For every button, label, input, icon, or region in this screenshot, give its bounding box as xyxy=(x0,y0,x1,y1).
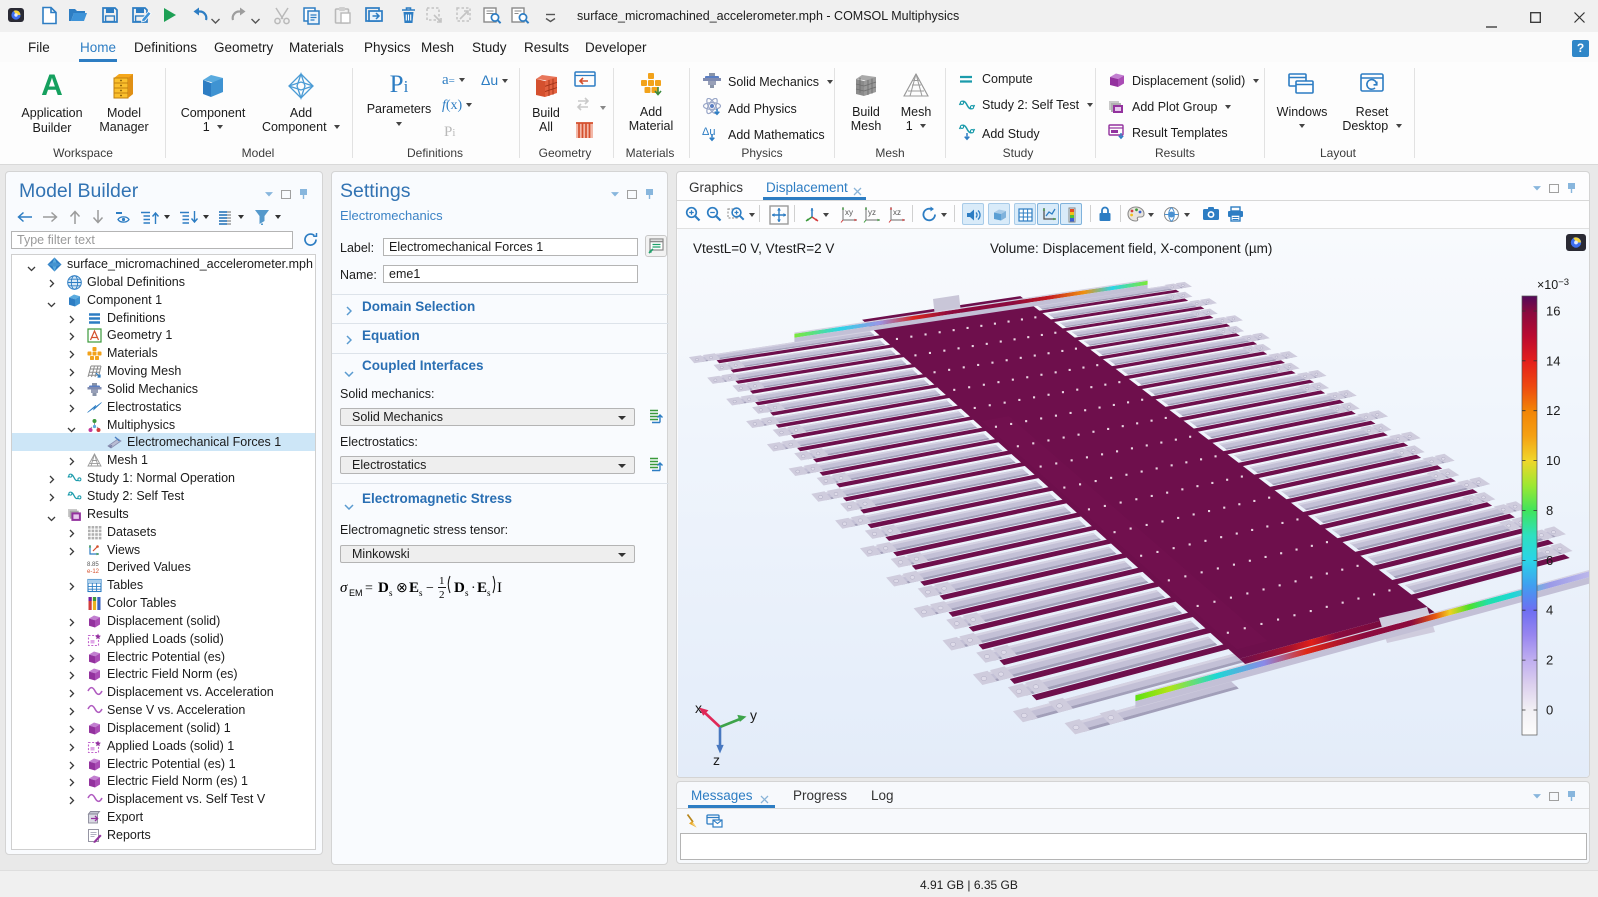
svg-text:6: 6 xyxy=(1546,553,1553,568)
svg-text:−: − xyxy=(426,581,434,596)
svg-text:xz: xz xyxy=(893,208,901,217)
svg-text:I: I xyxy=(497,580,502,596)
svg-text:s: s xyxy=(465,588,469,598)
svg-text:8.85: 8.85 xyxy=(87,562,99,568)
svg-text:0: 0 xyxy=(1546,703,1553,718)
svg-text:1: 1 xyxy=(439,575,445,587)
svg-text:VtestL=0 V, VtestR=2 V: VtestL=0 V, VtestR=2 V xyxy=(693,241,834,256)
svg-text:s: s xyxy=(389,588,393,598)
svg-text:σ: σ xyxy=(340,580,348,596)
svg-text:E: E xyxy=(477,580,487,596)
svg-text:10: 10 xyxy=(1546,453,1560,468)
svg-text:12: 12 xyxy=(1546,403,1560,418)
svg-text:Volume: Displacement field, X-: Volume: Displacement field, X-component … xyxy=(990,241,1272,256)
svg-text:2: 2 xyxy=(1546,653,1553,668)
svg-text:D: D xyxy=(378,580,389,596)
svg-text:e-12: e-12 xyxy=(87,569,100,574)
svg-text:s: s xyxy=(487,588,491,598)
svg-text:⊗: ⊗ xyxy=(396,581,408,596)
svg-text:y: y xyxy=(750,707,757,723)
svg-text:4: 4 xyxy=(1546,603,1553,618)
svg-text:E: E xyxy=(409,580,419,596)
svg-text:·: · xyxy=(471,581,476,596)
svg-text:s: s xyxy=(419,588,423,598)
svg-text:x: x xyxy=(695,700,702,716)
svg-text:14: 14 xyxy=(1546,353,1560,368)
svg-text:2: 2 xyxy=(439,589,445,601)
svg-text:16: 16 xyxy=(1546,304,1560,319)
svg-text:z: z xyxy=(713,752,720,768)
svg-text:8: 8 xyxy=(1546,503,1553,518)
svg-text:D: D xyxy=(454,580,465,596)
svg-text:yz: yz xyxy=(868,208,876,217)
svg-text:xy: xy xyxy=(845,208,853,217)
svg-text:=: = xyxy=(365,581,373,596)
svg-text:Δu: Δu xyxy=(702,126,715,138)
svg-text:EM: EM xyxy=(349,588,363,598)
